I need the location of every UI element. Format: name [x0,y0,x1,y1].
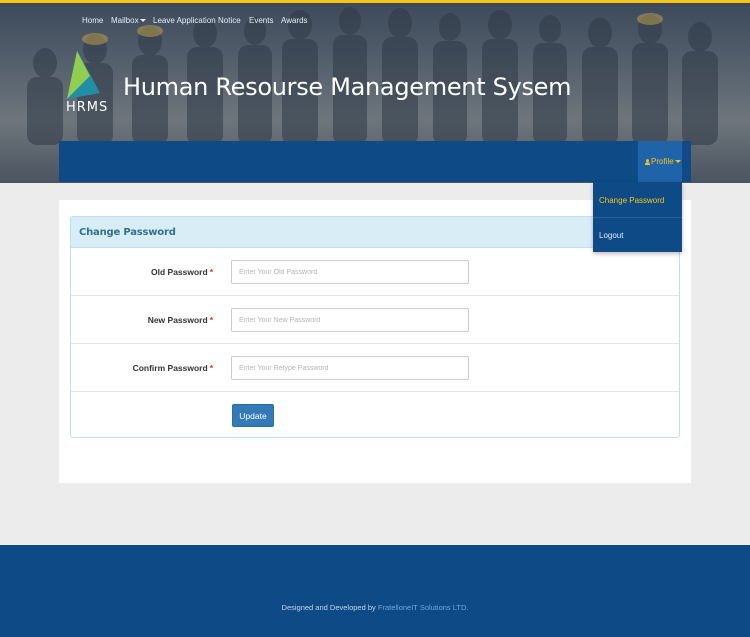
old-password-label-text: Old Password [151,267,208,277]
menu-item-change-password[interactable]: Change Password [599,196,664,205]
nav-notice[interactable]: Notice [218,16,241,25]
site-footer: Designed and Developed by FratelloneIT S… [0,545,750,637]
confirm-password-input[interactable] [231,356,469,380]
user-icon [645,159,650,165]
caret-down-icon [674,160,681,164]
new-password-input[interactable] [231,308,469,332]
nav-mailbox[interactable]: Mailbox [111,16,146,25]
panel-heading: Change Password [71,217,679,248]
caret-down-icon [139,19,146,23]
footer-credit: Designed and Developed by FratelloneIT S… [0,603,750,612]
app-title: Human Resourse Management Sysem [123,73,572,101]
confirm-password-label-text: Confirm Password [132,363,208,373]
old-password-input[interactable] [231,260,469,284]
required-mark: * [209,315,213,325]
nav-awards[interactable]: Awards [281,16,308,25]
nav-home[interactable]: Home [82,16,103,25]
nav-mailbox-label: Mailbox [111,16,139,25]
required-mark: * [209,267,213,277]
menu-divider [593,217,682,218]
nav-leave-application[interactable]: Leave Application [153,16,216,25]
form-row-confirm-password: Confirm Password * [71,344,679,392]
menu-item-logout[interactable]: Logout [599,231,623,240]
nav-profile[interactable]: Profile [645,157,681,166]
logo-text: HRMS [66,100,109,115]
main-navbar [59,141,691,182]
confirm-password-label: Confirm Password * [133,363,213,373]
footer-prefix: Designed and Developed by [281,603,376,612]
form-row-new-password: New Password * [71,296,679,344]
new-password-label: New Password * [148,315,213,325]
change-password-panel: Change Password Old Password * New Passwo… [70,216,680,438]
required-mark: * [209,363,213,373]
update-button[interactable]: Update [232,404,274,427]
new-password-label-text: New Password [147,315,208,325]
profile-dropdown-menu: Change Password Logout [593,182,682,252]
panel-title: Change Password [79,227,176,238]
form-row-old-password: Old Password * [71,248,679,296]
nav-profile-label: Profile [651,157,674,166]
old-password-label: Old Password * [151,267,213,277]
footer-company-link[interactable]: FratelloneIT Solutions LTD. [378,603,469,612]
nav-events[interactable]: Events [249,16,273,25]
